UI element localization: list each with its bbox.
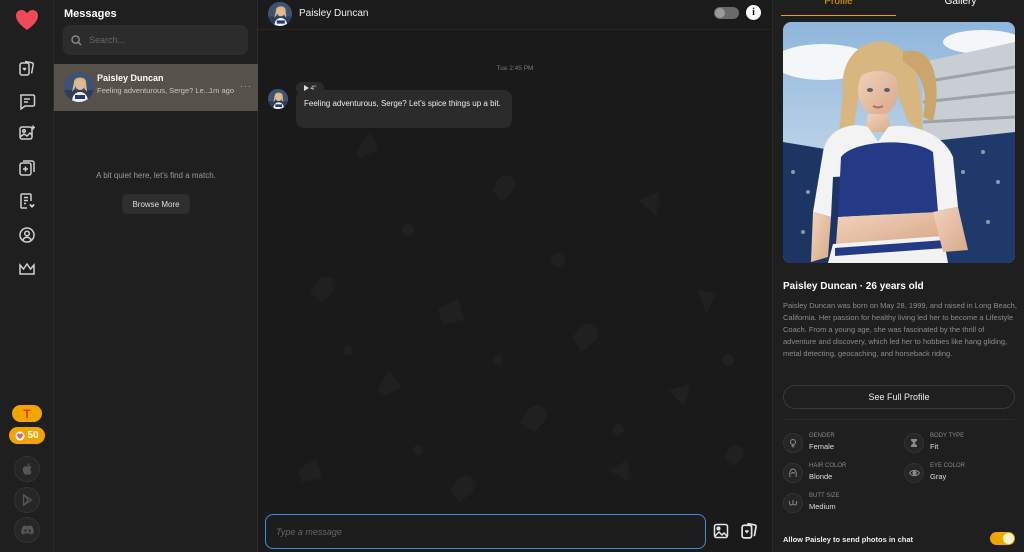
- apple-icon[interactable]: [14, 456, 40, 482]
- hair-icon: [783, 463, 803, 483]
- allow-photos-label: Allow Paisley to send photos in chat: [783, 535, 914, 544]
- token-badge[interactable]: T: [12, 405, 42, 422]
- attribute-key: BUTT SIZE: [809, 493, 840, 499]
- message-bubble: Feeling adventurous, Serge? Let's spice …: [296, 90, 512, 128]
- profile-bio: Paisley Duncan was born on May 28, 1999,…: [783, 301, 1017, 358]
- user-circle-icon[interactable]: [15, 223, 39, 247]
- avatar: [64, 72, 94, 102]
- attribute-value: Female: [809, 442, 835, 451]
- tab-profile[interactable]: Profile: [781, 0, 896, 16]
- heart-logo-icon[interactable]: [15, 9, 39, 31]
- hourglass-icon: [904, 433, 924, 453]
- app-window: T 50 Messages Paisley Duncan Feeling adv…: [0, 0, 1024, 552]
- conversation-preview: Feeling adventurous, Serge? Le...: [97, 86, 210, 95]
- list-heart-icon[interactable]: [15, 189, 39, 213]
- browse-more-button[interactable]: Browse More: [122, 194, 190, 214]
- image-add-icon[interactable]: [15, 121, 39, 145]
- conversation-item[interactable]: Paisley Duncan Feeling adventurous, Serg…: [54, 64, 258, 111]
- attribute-hair-color: HAIR COLOR Blonde: [783, 462, 893, 486]
- icon-rail: T 50: [0, 0, 54, 552]
- conversation-name: Paisley Duncan: [97, 73, 164, 83]
- crown-icon[interactable]: [15, 257, 39, 281]
- attribute-butt-size: BUTT SIZE Medium: [783, 492, 893, 516]
- audio-play-button[interactable]: 4": [296, 82, 324, 94]
- attribute-value: Blonde: [809, 472, 833, 481]
- attribute-value: Gray: [930, 472, 947, 481]
- hearts-count: 50: [27, 430, 39, 441]
- discord-icon[interactable]: [14, 517, 40, 543]
- messages-panel: Messages Paisley Duncan Feeling adventur…: [54, 0, 258, 552]
- profile-photo[interactable]: [783, 22, 1015, 263]
- cards-icon[interactable]: [740, 521, 759, 540]
- butt-icon: [783, 493, 803, 513]
- attribute-key: BODY TYPE: [930, 433, 965, 439]
- message-input[interactable]: [276, 526, 695, 537]
- speaker-mute-icon: [715, 8, 725, 18]
- token-letter: T: [23, 406, 31, 421]
- messages-title: Messages: [64, 8, 117, 20]
- attribute-key: HAIR COLOR: [809, 463, 847, 469]
- toggle-knob: [1003, 533, 1014, 544]
- chat-icon[interactable]: [15, 89, 39, 113]
- tab-gallery[interactable]: Gallery: [903, 0, 1018, 16]
- message-text: Feeling adventurous, Serge? Let's spice …: [304, 99, 501, 108]
- attribute-value: Medium: [809, 502, 836, 511]
- mute-toggle[interactable]: [714, 7, 739, 19]
- play-store-icon[interactable]: [14, 487, 40, 513]
- conversation-time: 1m ago: [209, 86, 235, 95]
- search-input[interactable]: [89, 35, 239, 45]
- attribute-key: GENDER: [809, 433, 835, 439]
- attribute-body-type: BODY TYPE Fit: [904, 432, 1014, 456]
- add-card-icon[interactable]: [15, 156, 39, 180]
- heart-shield-icon: [15, 431, 25, 440]
- attribute-gender: GENDER Female: [783, 432, 893, 456]
- chat-panel: Paisley Duncan i Tue 2:45 PM Feeling adv…: [258, 0, 772, 552]
- audio-duration: 4": [310, 84, 317, 92]
- info-icon[interactable]: i: [746, 5, 761, 20]
- allow-photos-toggle[interactable]: [990, 532, 1015, 545]
- send-image-icon[interactable]: [713, 523, 729, 539]
- chat-header: Paisley Duncan i: [258, 0, 772, 30]
- divider: [783, 419, 1015, 420]
- message-avatar: [268, 89, 288, 109]
- cards-icon[interactable]: [15, 56, 39, 80]
- play-icon: [303, 85, 309, 91]
- attribute-eye-color: EYE COLOR Gray: [904, 462, 1014, 486]
- message-timestamp: Tue 2:45 PM: [496, 65, 534, 72]
- search-box[interactable]: [63, 25, 248, 55]
- empty-state-text: A bit quiet here, let's find a match.: [96, 171, 216, 180]
- hearts-balance-badge[interactable]: 50: [9, 427, 45, 444]
- search-icon: [71, 34, 82, 45]
- contact-avatar[interactable]: [268, 2, 292, 26]
- see-full-profile-button[interactable]: See Full Profile: [783, 385, 1015, 409]
- contact-name[interactable]: Paisley Duncan: [299, 8, 368, 19]
- attribute-value: Fit: [930, 442, 939, 451]
- profile-panel: Profile Gallery Paisley Duncan · 26 year…: [772, 0, 1024, 552]
- more-options-icon[interactable]: ···: [240, 81, 252, 91]
- attribute-key: EYE COLOR: [930, 463, 966, 469]
- message-composer[interactable]: [265, 514, 706, 549]
- eye-icon: [904, 463, 924, 483]
- profile-title: Paisley Duncan · 26 years old: [783, 281, 924, 292]
- gender-icon: [783, 433, 803, 453]
